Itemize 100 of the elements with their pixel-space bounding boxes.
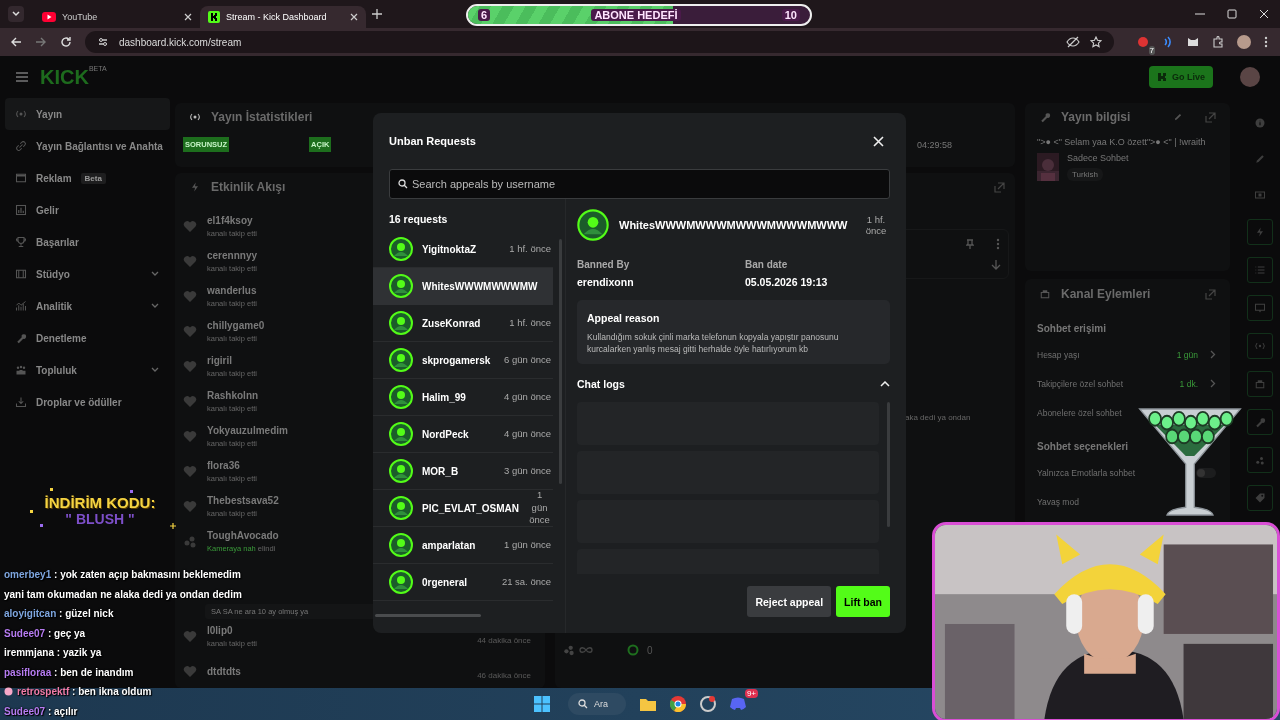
folder-icon[interactable] [640,697,656,711]
extension-icon[interactable] [1137,36,1149,48]
eye-off-icon[interactable] [1066,36,1080,48]
pencil-icon[interactable] [1173,112,1183,122]
search-field[interactable]: Search appeals by username [389,169,890,199]
username: WhitesWWWMWWWMWWWMWWWMWWW [619,219,848,231]
setting-value[interactable]: 1 gün [1176,349,1198,360]
avatar [389,570,413,594]
avatar [389,385,413,409]
username: el1f4ksoy [207,215,253,226]
request-item[interactable]: PIC_EVLAT_OSMAN 1 gün önce [373,490,553,527]
tag-icon [1254,492,1266,504]
expand-icon[interactable] [994,181,1005,193]
broadcast-icon [15,108,27,120]
audio-icon[interactable] [1162,36,1174,48]
setting-value[interactable]: 1 dk. [1179,378,1198,389]
address-field[interactable]: dashboard.kick.com/stream [85,31,1114,53]
goal-label: ABONE HEDEFİ [591,9,681,21]
toolbar-button[interactable] [1247,409,1273,435]
site-settings-icon[interactable] [97,36,109,48]
request-item[interactable]: Halim_99 4 gün önce [373,379,553,416]
category-name[interactable]: Sadece Sohbet [1067,152,1129,163]
setting-label: Hesap yaşı [1037,349,1080,360]
download-icon [15,396,27,408]
username: l0lip0 [207,625,233,636]
chevron-right-icon[interactable] [1210,379,1216,388]
video-icon [1039,288,1051,300]
toolbar-button[interactable] [1247,485,1273,511]
profile-avatar[interactable] [1237,35,1251,49]
username: ToughAvocado [207,530,279,541]
toolbar-button[interactable] [1247,371,1273,397]
windows-start-icon[interactable] [534,696,550,712]
sidebar-item[interactable]: Yayın [5,98,170,130]
sidebar-item[interactable]: Yayın Bağlantısı ve Anahta [5,130,170,162]
section-heading: Sohbet erişimi [1037,323,1107,334]
request-item[interactable]: NordPeck 4 gün önce [373,416,553,453]
dots-icon [183,535,197,548]
field-value: 05.05.2026 19:13 [745,276,829,288]
badge-count: 7 [1148,46,1155,55]
reject-button[interactable]: Reject appeal [747,586,832,617]
chevron-right-icon[interactable] [1210,350,1216,359]
sidebar-item[interactable]: Reklam Beta [5,162,170,194]
field-value: erendixonn [577,276,635,288]
app-icon[interactable] [700,696,716,712]
dots-icon [1254,454,1266,466]
pin-icon[interactable] [966,239,974,249]
back-icon[interactable] [10,36,22,48]
star-icon[interactable] [1090,36,1102,48]
sidebar-item[interactable]: Topluluk [5,354,170,386]
sidebar-item[interactable]: Droplar ve ödüller [5,386,170,418]
sidebar-item[interactable]: Denetleme [5,322,170,354]
request-item[interactable]: 0rgeneral 21 sa. önce [373,564,553,601]
heart-icon [183,360,197,373]
arrow-down-icon[interactable] [991,260,1001,270]
chat-logs-header[interactable]: Chat logs [577,377,890,390]
expand-icon[interactable] [1205,111,1216,123]
tab-list-button[interactable] [8,6,24,22]
request-item[interactable]: ZuseKonrad 1 hf. önce [373,305,553,342]
reload-icon[interactable] [60,36,72,48]
browser-tab[interactable]: Stream - Kick Dashboard [200,6,366,28]
browser-tab[interactable]: YouTube [34,6,200,28]
taskbar-search-field[interactable]: Ara [568,693,626,715]
more-icon[interactable] [996,238,1000,250]
heart-icon [183,465,197,478]
browser-icon[interactable] [670,696,686,712]
scrollbar[interactable] [375,614,481,617]
restore-icon[interactable] [1227,9,1237,19]
new-tab-icon[interactable] [372,9,382,19]
close-icon[interactable] [184,13,192,21]
sidebar-item[interactable]: Başarılar [5,226,170,258]
puzzle-icon[interactable] [1212,36,1224,48]
sidebar-item[interactable]: Stüdyo [5,258,170,290]
sidebar-item[interactable]: Analitik [5,290,170,322]
heart-icon [183,220,197,233]
time-text: 1 hf. önce [864,214,888,236]
heart-icon [183,665,197,678]
request-item[interactable]: skprogamersk 6 gün önce [373,342,553,379]
toggle-switch[interactable] [1196,467,1216,478]
request-item[interactable]: WhitesWWWMWWWMW [373,268,553,305]
forward-icon[interactable] [35,36,47,48]
expand-icon[interactable] [1205,288,1216,300]
bolt-icon [1254,226,1266,238]
film-icon [15,268,27,280]
play-logo-icon [42,12,56,22]
request-item[interactable]: amparlatan 1 gün önce [373,527,553,564]
lift-ban-button[interactable]: Lift ban [836,586,890,617]
section-heading: Sohbet seçenekleri [1037,441,1130,452]
setting-label: Yalnızca Emotlarla sohbet [1037,467,1136,478]
heart-icon [183,395,197,408]
avatar [389,348,413,372]
broadcast-icon [189,111,201,123]
avatar [389,274,413,298]
toolbar-button[interactable] [1247,295,1273,321]
close-icon[interactable] [1259,9,1269,19]
request-item[interactable]: MOR_B 3 gün önce [373,453,553,490]
sidebar-item[interactable]: Gelir [5,194,170,226]
chat-app-icon[interactable] [730,697,746,711]
count-text: 0 [647,644,653,656]
menu-icon[interactable] [1264,36,1268,48]
close-icon[interactable] [350,13,358,21]
